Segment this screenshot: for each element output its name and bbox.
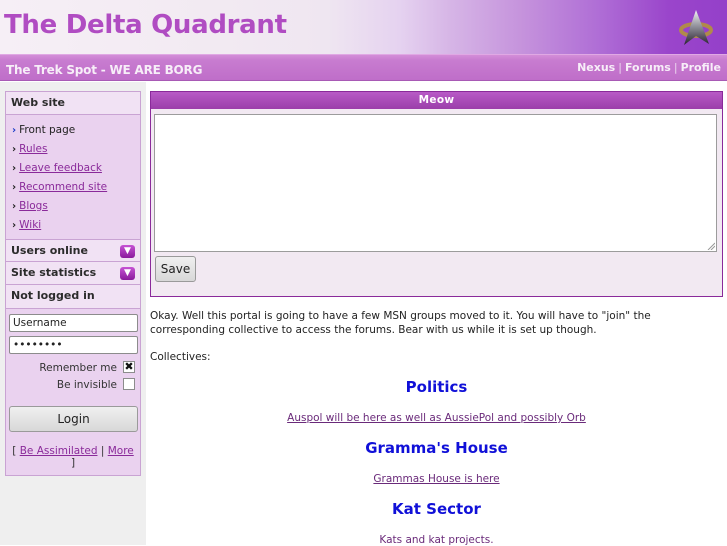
bullet-arrow-icon: › — [12, 163, 17, 174]
site-tagline: The Trek Spot - WE ARE BORG — [6, 63, 203, 77]
site-title[interactable]: The Delta Quadrant — [4, 10, 287, 40]
sidebar-item-front-page[interactable]: › Front page — [6, 121, 140, 140]
bracket-open: [ — [12, 445, 17, 457]
be-invisible-row: Be invisible — [9, 377, 137, 394]
collective-kat-sector-description: Kats and kat projects. — [150, 533, 723, 546]
sidebar-item-blogs[interactable]: › Blogs — [6, 197, 140, 216]
collective-heading: Politics — [405, 378, 468, 396]
web-site-block-title: Web site — [6, 92, 140, 115]
collective-link[interactable]: Grammas House is here — [373, 473, 499, 485]
collective-politics: Politics — [150, 378, 723, 396]
bullet-arrow-icon: › — [12, 144, 17, 155]
save-button[interactable]: Save — [155, 256, 196, 282]
sidebar-item-rules[interactable]: › Rules — [6, 140, 140, 159]
collective-politics-description: Auspol will be here as well as AussiePol… — [150, 411, 723, 424]
users-online-label: Users online — [11, 244, 88, 257]
be-invisible-checkbox[interactable] — [123, 378, 135, 390]
site-statistics-label: Site statistics — [11, 266, 97, 279]
top-nav-links: Nexus | Forums | Profile — [577, 61, 721, 74]
remember-me-checkbox[interactable]: ✖ — [123, 361, 135, 373]
panel-title: Meow — [151, 92, 722, 109]
username-input[interactable] — [9, 314, 138, 332]
collective-grammas-house: Gramma's House — [150, 439, 723, 457]
sidebar-item-label[interactable]: Front page — [19, 124, 75, 136]
nav-separator: | — [618, 61, 622, 74]
sub-navigation-bar: The Trek Spot - WE ARE BORG Nexus | Forums… — [0, 54, 727, 81]
bullet-arrow-icon: › — [12, 220, 17, 231]
nav-separator: | — [673, 61, 678, 74]
site-statistics-block-title[interactable]: Site statistics ▼ — [6, 262, 140, 285]
starfleet-combadge-icon[interactable] — [676, 8, 716, 48]
collective-kat-sector: Kat Sector — [150, 500, 723, 518]
meow-textarea[interactable] — [154, 114, 717, 252]
bullet-arrow-icon: › — [12, 182, 17, 193]
nav-link-profile[interactable]: Profile — [681, 61, 721, 74]
sidebar-item-label[interactable]: Wiki — [19, 219, 41, 231]
collective-heading: Kat Sector — [392, 500, 481, 518]
sidebar-item-leave-feedback[interactable]: › Leave feedback — [6, 159, 140, 178]
be-assimilated-link[interactable]: Be Assimilated — [20, 445, 98, 457]
collective-heading: Gramma's House — [365, 439, 508, 457]
account-links: [ Be Assimilated | More ] — [9, 445, 137, 469]
bullet-arrow-icon: › — [12, 201, 17, 212]
sidebar-item-recommend-site[interactable]: › Recommend site — [6, 178, 140, 197]
link-separator: | — [100, 445, 105, 457]
sidebar-item-label[interactable]: Recommend site — [19, 181, 107, 193]
users-online-block-title[interactable]: Users online ▼ — [6, 239, 140, 262]
more-link[interactable]: More — [108, 445, 134, 457]
collectives-label: Collectives: — [150, 351, 211, 363]
resize-grip-icon[interactable] — [707, 242, 715, 250]
password-input[interactable] — [9, 336, 138, 354]
collective-link[interactable]: Auspol will be here as well as AussiePol… — [287, 412, 586, 424]
collective-grammas-house-description: Grammas House is here — [150, 472, 723, 485]
bracket-close: ] — [70, 457, 76, 469]
login-button[interactable]: Login — [9, 406, 138, 432]
nav-link-nexus[interactable]: Nexus — [577, 61, 615, 74]
be-invisible-label: Be invisible — [56, 379, 117, 391]
web-site-menu: › Front page › Rules › Leave feedback › Reco… — [6, 115, 140, 239]
nav-link-forums[interactable]: Forums — [625, 61, 671, 74]
site-header: The Delta Quadrant — [0, 0, 727, 54]
collective-description: Kats and kat projects. — [379, 534, 494, 546]
sidebar-item-label[interactable]: Blogs — [19, 200, 48, 212]
meow-panel: Meow Save — [150, 91, 723, 297]
bullet-arrow-icon: › — [12, 125, 17, 136]
chevron-down-icon[interactable]: ▼ — [120, 245, 135, 258]
login-form: Remember me ✖ Be invisible Login [ Be Ass… — [6, 308, 140, 475]
remember-me-label: Remember me — [39, 362, 117, 374]
sidebar-item-label[interactable]: Leave feedback — [19, 162, 102, 174]
login-block-title: Not logged in — [6, 285, 140, 308]
sidebar: Web site › Front page › Rules › Leave feedb… — [5, 91, 141, 476]
intro-text: Okay. Well this portal is going to have … — [150, 310, 651, 336]
sidebar-item-wiki[interactable]: › Wiki — [6, 216, 140, 235]
remember-me-row: Remember me ✖ — [9, 360, 137, 377]
sidebar-item-label[interactable]: Rules — [19, 143, 47, 155]
chevron-down-icon[interactable]: ▼ — [120, 267, 135, 280]
